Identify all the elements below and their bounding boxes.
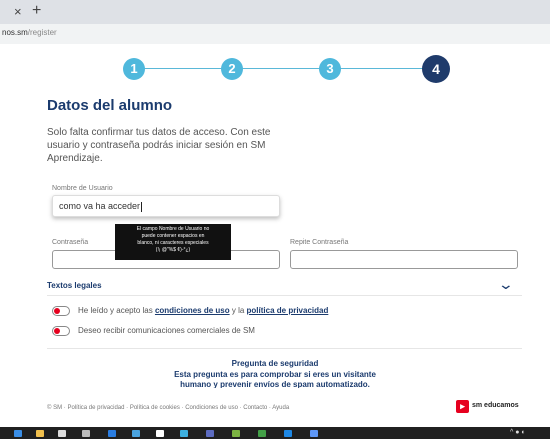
start-icon[interactable] [14, 430, 22, 437]
tooltip-line: (!¡ @"%$ ¢)-°¿) [155, 247, 191, 253]
step-1: 1 [123, 58, 145, 80]
file-explorer-icon[interactable] [36, 430, 44, 437]
registration-stepper: 1 2 3 4 [120, 55, 450, 83]
chevron-down-icon[interactable]: ⌄ [498, 276, 514, 293]
close-tab-icon[interactable]: × [14, 4, 22, 19]
os-taskbar: ^ ● ◐ [0, 427, 550, 439]
system-tray[interactable]: ^ ● ◐ [510, 429, 526, 436]
toggle-knob [54, 328, 60, 334]
intro-text: Solo falta confirmar tus datos de acceso… [47, 127, 271, 164]
security-title: Pregunta de seguridad [231, 359, 319, 368]
marketing-text: Deseo recibir comunicaciones comerciales… [78, 326, 255, 335]
terms-link[interactable]: condiciones de uso [155, 306, 230, 315]
app-icon[interactable] [232, 430, 240, 437]
sm-logo-icon: ▸ [456, 400, 469, 413]
security-text-body: Esta pregunta es para comprobar si eres … [174, 370, 376, 388]
legal-section-title[interactable]: Textos legales [47, 281, 102, 290]
url-text: nos.sm/register [2, 28, 57, 37]
step-2: 2 [221, 58, 243, 80]
repeat-password-label: Repite Contraseña [290, 239, 349, 246]
step-3: 3 [319, 58, 341, 80]
stepper-track [134, 68, 436, 69]
app-icon[interactable] [108, 430, 116, 437]
app-icon[interactable] [258, 430, 266, 437]
tooltip-line: blanco, ni caracteres especiales [137, 240, 209, 246]
app-icon[interactable] [156, 430, 164, 437]
footer-link-contact[interactable]: Contacto [243, 405, 267, 411]
app-icon[interactable] [180, 430, 188, 437]
username-input[interactable]: como va ha acceder [52, 195, 280, 217]
footer-links: © SM · Política de privacidad · Política… [47, 405, 290, 411]
address-bar[interactable]: nos.sm/register [0, 24, 550, 44]
browser-tab-strip: × + [0, 0, 550, 24]
tooltip-line: El campo Nombre de Usuario no [136, 226, 210, 232]
terms-text: He leído y acepto las condiciones de uso… [78, 306, 328, 315]
security-text: Esta pregunta es para comprobar si eres … [0, 370, 550, 388]
app-icon[interactable] [284, 430, 292, 437]
footer-link-privacy[interactable]: Política de privacidad [67, 405, 124, 411]
footer-link-help[interactable]: Ayuda [272, 405, 289, 411]
page-title: Datos del alumno [47, 97, 173, 114]
terms-middle: y la [229, 306, 247, 315]
username-value: como va ha acceder [59, 201, 141, 211]
url-host: nos.sm [2, 28, 28, 37]
footer-link-cookies[interactable]: Política de cookies [130, 405, 180, 411]
divider [47, 295, 522, 296]
app-icon[interactable] [132, 430, 140, 437]
divider [47, 348, 522, 349]
tooltip-line: puede contener espacios en [141, 233, 205, 239]
privacy-link[interactable]: política de privacidad [247, 306, 329, 315]
step-4-active: 4 [422, 55, 450, 83]
app-icon[interactable] [58, 430, 66, 437]
terms-prefix: He leído y acepto las [78, 306, 155, 315]
new-tab-button[interactable]: + [32, 2, 41, 20]
text-caret [141, 201, 143, 212]
brand-name: sm educamos [472, 402, 519, 409]
footer-link-terms[interactable]: Condiciones de uso [185, 405, 238, 411]
app-icon[interactable] [206, 430, 214, 437]
calculator-icon[interactable] [82, 430, 90, 437]
terms-toggle[interactable] [52, 306, 70, 316]
marketing-toggle[interactable] [52, 326, 70, 336]
password-label: Contraseña [52, 239, 89, 246]
url-path: /register [27, 28, 57, 37]
username-label: Nombre de Usuario [52, 185, 113, 192]
app-icon[interactable] [310, 430, 318, 437]
username-error-tooltip: El campo Nombre de Usuario no puede cont… [115, 224, 231, 260]
toggle-knob [54, 308, 60, 314]
footer-copyright: © SM [47, 405, 63, 411]
repeat-password-input[interactable] [290, 250, 518, 269]
